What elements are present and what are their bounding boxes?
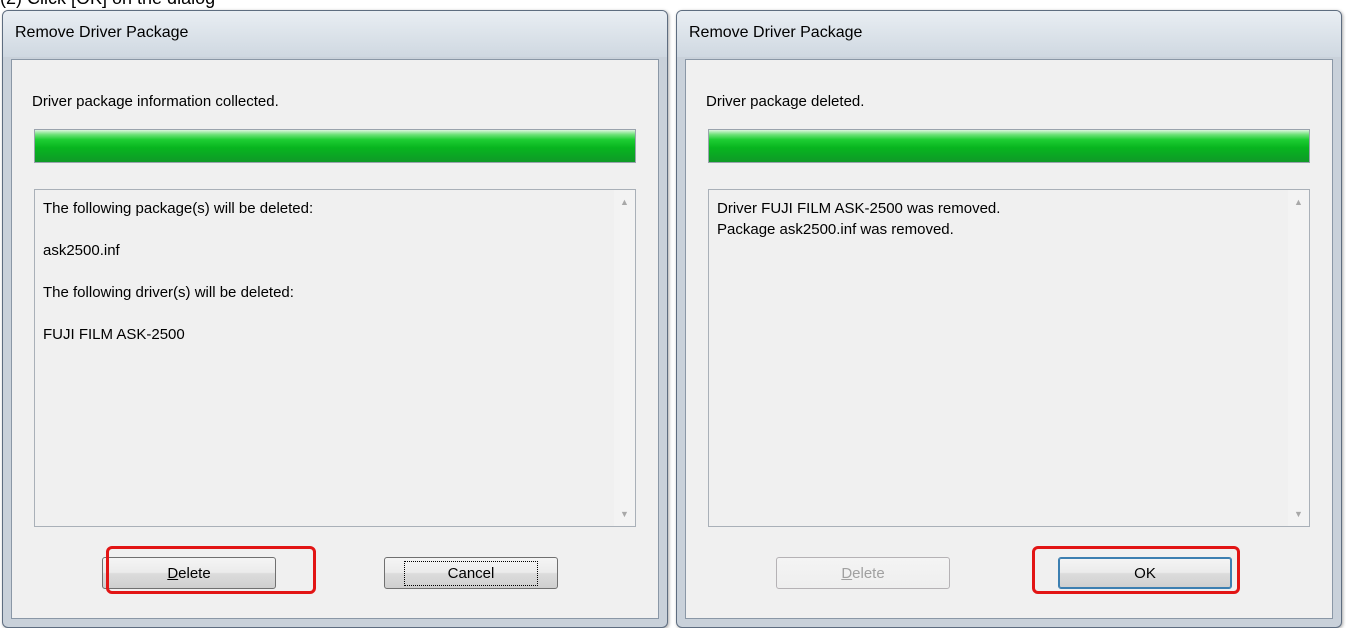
details-line: ask2500.inf <box>43 242 120 259</box>
scroll-down-arrow-icon[interactable]: ▼ <box>614 504 635 524</box>
delete-button-label: Delete <box>167 565 210 582</box>
delete-button[interactable]: Delete <box>776 557 950 589</box>
details-text: The following package(s) will be deleted… <box>43 198 605 366</box>
vertical-scrollbar[interactable]: ▲ ▼ <box>614 190 635 526</box>
scroll-up-arrow-icon[interactable]: ▲ <box>1288 192 1309 212</box>
ok-button[interactable]: OK <box>1058 557 1232 589</box>
dialog-title: Remove Driver Package <box>15 24 189 41</box>
delete-button-label: Delete <box>841 565 884 582</box>
remove-driver-package-dialog-confirm: Remove Driver Package Driver package inf… <box>2 10 668 628</box>
details-list[interactable]: The following package(s) will be deleted… <box>34 189 636 527</box>
details-text: Driver FUJI FILM ASK-2500 was removed. P… <box>717 198 1279 240</box>
delete-label-rest: elete <box>178 564 211 582</box>
progress-fill <box>709 130 1309 162</box>
details-line: Driver FUJI FILM ASK-2500 was removed. <box>717 200 1001 217</box>
dialog-titlebar[interactable]: Remove Driver Package <box>677 11 1341 57</box>
scroll-up-arrow-icon[interactable]: ▲ <box>614 192 635 212</box>
dialog-client-area: Driver package information collected. Th… <box>11 59 659 619</box>
progress-bar <box>34 129 636 163</box>
progress-fill <box>35 130 635 162</box>
delete-mnemonic: D <box>841 564 853 582</box>
status-text: Driver package information collected. <box>32 93 279 110</box>
cancel-button[interactable]: Cancel <box>384 557 558 589</box>
status-text: Driver package deleted. <box>706 93 865 110</box>
vertical-scrollbar[interactable]: ▲ ▼ <box>1288 190 1309 526</box>
instruction-caption: (2) Click [OK] on the dialog <box>0 0 700 10</box>
cancel-button-label: Cancel <box>403 560 539 586</box>
delete-button[interactable]: Delete <box>102 557 276 589</box>
scroll-down-arrow-icon[interactable]: ▼ <box>1288 504 1309 524</box>
remove-driver-package-dialog-done: Remove Driver Package Driver package del… <box>676 10 1342 628</box>
dialog-client-area: Driver package deleted. Driver FUJI FILM… <box>685 59 1333 619</box>
delete-mnemonic: D <box>167 564 179 582</box>
progress-bar <box>708 129 1310 163</box>
details-line: The following package(s) will be deleted… <box>43 200 314 217</box>
ok-button-label: OK <box>1134 564 1156 582</box>
dialog-titlebar[interactable]: Remove Driver Package <box>3 11 667 57</box>
dialog-title: Remove Driver Package <box>689 24 863 41</box>
details-list[interactable]: Driver FUJI FILM ASK-2500 was removed. P… <box>708 189 1310 527</box>
details-line: Package ask2500.inf was removed. <box>717 221 954 238</box>
details-line: The following driver(s) will be deleted: <box>43 284 294 301</box>
details-line: FUJI FILM ASK-2500 <box>43 326 185 343</box>
delete-label-rest: elete <box>852 564 885 582</box>
